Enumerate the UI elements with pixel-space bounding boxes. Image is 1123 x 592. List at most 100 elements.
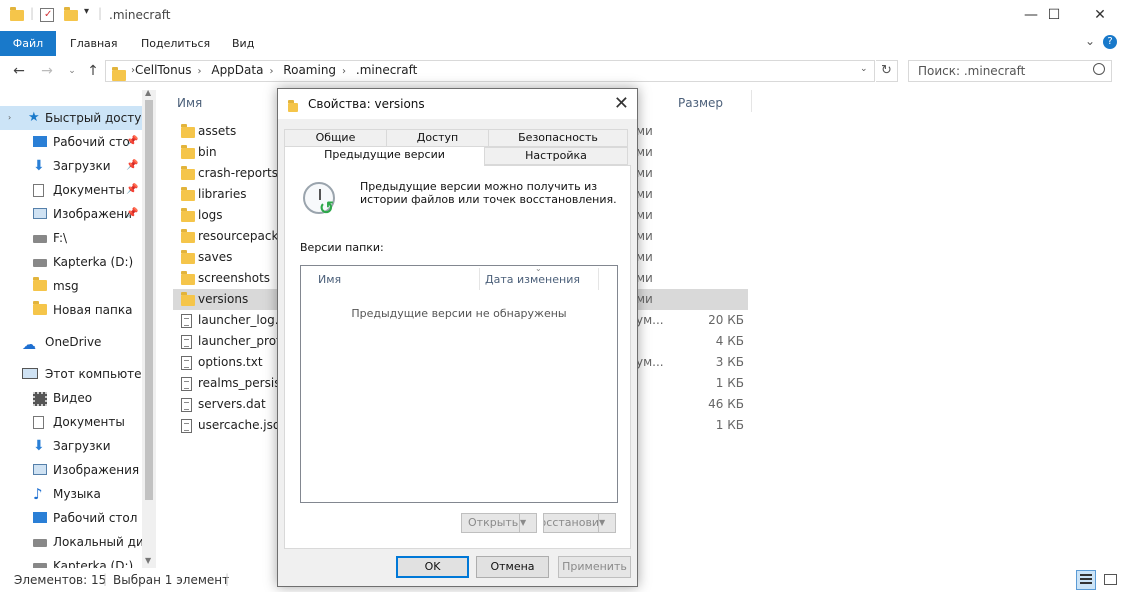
folder-icon xyxy=(181,187,195,201)
file-name: libraries xyxy=(198,187,247,201)
nav-item-desktop[interactable]: Рабочий сто 📌 xyxy=(0,130,142,154)
chevron-right-icon[interactable]: › xyxy=(269,66,273,77)
chevron-down-icon[interactable]: › xyxy=(8,106,11,130)
folder-versions-label: Версии папки: xyxy=(300,241,384,254)
nav-label: Загрузки xyxy=(53,159,111,173)
scroll-down-icon[interactable]: ▼ xyxy=(145,556,151,565)
scroll-up-icon[interactable]: ▲ xyxy=(145,88,151,97)
dialog-close-button[interactable]: ✕ xyxy=(614,93,629,114)
nav-item-drive-f[interactable]: F:\ xyxy=(0,226,142,250)
tab-share[interactable]: Поделиться xyxy=(127,31,224,56)
nav-pc-music[interactable]: ♪ Музыка xyxy=(0,482,142,506)
nav-scrollbar[interactable]: ▲ ▼ xyxy=(142,88,156,568)
column-header-size[interactable]: Размер xyxy=(678,96,723,110)
properties-icon[interactable]: ✓ xyxy=(40,8,54,22)
nav-pc-downloads[interactable]: ⬇ Загрузки xyxy=(0,434,142,458)
nav-pc-local-disk[interactable]: Локальный дис xyxy=(0,530,150,554)
ribbon-expand-icon[interactable]: ⌄ xyxy=(1085,34,1095,48)
separator: | xyxy=(98,6,103,20)
column-divider[interactable] xyxy=(598,268,599,290)
dialog-title-bar: Свойства: versions ✕ xyxy=(278,89,637,119)
tab-customize[interactable]: Настройка xyxy=(484,147,628,165)
chevron-right-icon[interactable]: › xyxy=(198,66,202,77)
folder-icon xyxy=(33,301,47,315)
nav-label: Рабочий сто xyxy=(53,135,130,149)
nav-item-downloads[interactable]: ⬇ Загрузки 📌 xyxy=(0,154,142,178)
nav-pc-desktop[interactable]: Рабочий стол xyxy=(0,506,142,530)
breadcrumb-item[interactable]: .minecraft xyxy=(356,63,417,77)
folder-icon xyxy=(181,166,195,180)
tab-file[interactable]: Файл xyxy=(0,31,56,56)
large-icons-view-button[interactable] xyxy=(1101,570,1121,590)
scroll-thumb[interactable] xyxy=(145,100,153,500)
tab-sharing[interactable]: Доступ xyxy=(386,129,489,147)
customize-quick-access-icon[interactable]: ▾ xyxy=(84,6,89,17)
nav-item-documents[interactable]: Документы 📌 xyxy=(0,178,142,202)
chevron-down-icon[interactable]: ▼ xyxy=(598,514,615,532)
nav-pc-video[interactable]: Видео xyxy=(0,386,142,410)
close-button[interactable]: ✕ xyxy=(1077,0,1123,31)
empty-versions-message: Предыдущие версии не обнаружены xyxy=(351,307,567,320)
nav-quick-access[interactable]: › ★ Быстрый доступ xyxy=(0,106,149,130)
details-view-button[interactable] xyxy=(1076,570,1096,590)
address-dropdown-icon[interactable]: ⌄ xyxy=(860,64,868,74)
large-icons-view-icon xyxy=(1104,574,1117,585)
apply-button[interactable]: Применить xyxy=(558,556,631,578)
chevron-right-icon[interactable]: › xyxy=(342,66,346,77)
ok-button[interactable]: OK xyxy=(396,556,469,578)
tab-general[interactable]: Общие xyxy=(284,129,387,147)
chevron-down-icon[interactable]: ▼ xyxy=(519,514,536,532)
drive-icon xyxy=(33,259,47,267)
folder-icon xyxy=(181,124,195,138)
folder-icon xyxy=(181,271,195,285)
file-name: options.txt xyxy=(198,355,263,369)
back-icon[interactable]: ← xyxy=(10,63,28,79)
nav-item-new-folder[interactable]: Новая папка xyxy=(0,298,142,322)
documents-icon xyxy=(33,416,44,429)
up-icon[interactable]: ↑ xyxy=(84,63,102,79)
versions-column-date[interactable]: Дата изменения xyxy=(485,273,580,286)
cancel-button[interactable]: Отмена xyxy=(476,556,549,578)
nav-onedrive[interactable]: ☁ OneDrive xyxy=(0,330,142,354)
breadcrumb-item[interactable]: Roaming xyxy=(283,63,336,77)
breadcrumb-item[interactable]: CellTonus xyxy=(135,63,192,77)
nav-pc-pictures[interactable]: Изображения xyxy=(0,458,142,482)
pin-icon: 📌 xyxy=(126,184,139,195)
documents-icon xyxy=(33,184,44,197)
breadcrumb-item[interactable]: AppData xyxy=(211,63,263,77)
nav-item-msg[interactable]: msg xyxy=(0,274,142,298)
new-folder-icon[interactable] xyxy=(64,7,78,21)
nav-item-drive-d[interactable]: Kapterka (D:) xyxy=(0,250,142,274)
restore-button[interactable]: Восстановить ▼ xyxy=(543,513,616,533)
column-divider[interactable] xyxy=(751,90,752,112)
versions-column-name[interactable]: Имя xyxy=(318,273,341,286)
nav-label: Изображения xyxy=(53,463,140,477)
file-type: ми xyxy=(636,166,653,180)
nav-pc-documents[interactable]: Документы xyxy=(0,410,142,434)
search-icon[interactable] xyxy=(1093,63,1105,75)
drive-icon xyxy=(33,563,47,568)
column-header-name[interactable]: Имя xyxy=(177,96,202,110)
open-button[interactable]: Открыть ▼ xyxy=(461,513,537,533)
help-icon[interactable]: ? xyxy=(1103,35,1117,49)
tab-home[interactable]: Главная xyxy=(56,31,132,56)
tab-view[interactable]: Вид xyxy=(218,31,268,56)
nav-label: Документы xyxy=(53,183,125,197)
recent-locations-icon[interactable]: ⌄ xyxy=(63,66,81,76)
nav-this-pc[interactable]: Этот компьютер xyxy=(0,362,149,386)
desktop-icon xyxy=(33,136,47,147)
title-bar: | ✓ ▾ | .minecraft — ☐ ✕ xyxy=(0,0,1123,31)
nav-label: OneDrive xyxy=(45,335,102,349)
file-type: ми xyxy=(636,145,653,159)
refresh-button[interactable]: ↻ xyxy=(876,60,898,82)
folder-icon xyxy=(181,229,195,243)
column-divider[interactable] xyxy=(479,268,480,290)
versions-list[interactable]: Имя ⌄ Дата изменения Предыдущие версии н… xyxy=(300,264,618,503)
nav-pc-drive-d[interactable]: Kapterka (D:) xyxy=(0,554,142,568)
nav-item-pictures[interactable]: Изображени 📌 xyxy=(0,202,142,226)
details-view-icon xyxy=(1080,574,1092,576)
tab-previous-versions[interactable]: Предыдущие версии xyxy=(284,146,485,166)
tab-security[interactable]: Безопасность xyxy=(488,129,628,147)
maximize-button[interactable]: ☐ xyxy=(1031,0,1077,31)
forward-icon[interactable]: → xyxy=(38,63,56,79)
